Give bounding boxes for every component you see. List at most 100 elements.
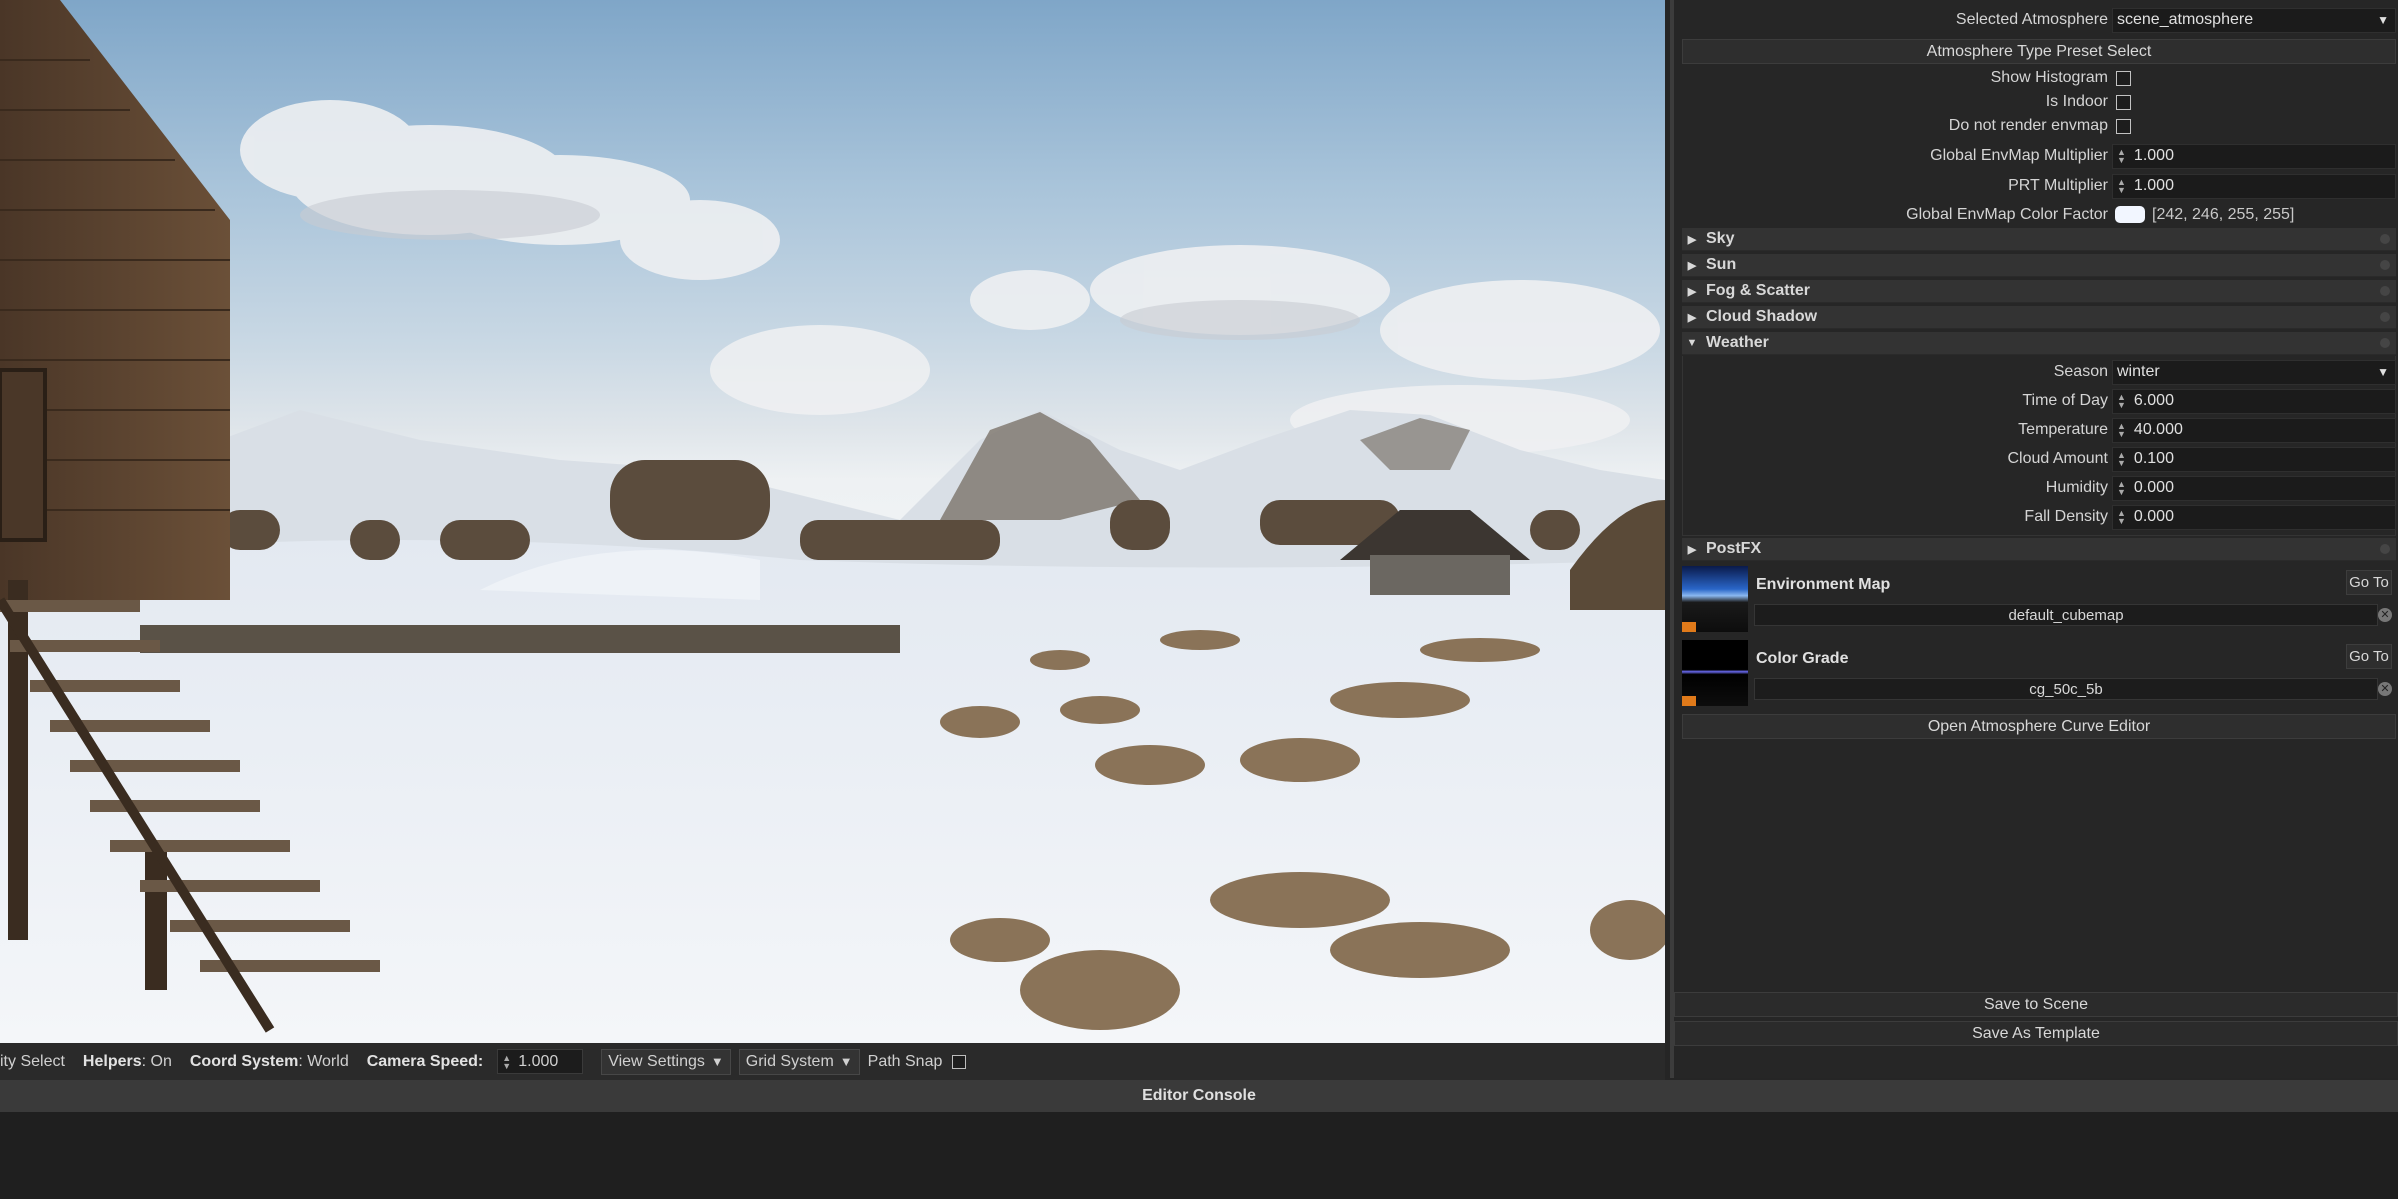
time-of-day-row: Time of Day ▲ ▼ 6.000 — [1674, 387, 2398, 415]
coord-system-value: : World — [298, 1052, 349, 1070]
is-indoor-row: Is Indoor — [1674, 90, 2398, 114]
console-title: Editor Console — [1142, 1087, 1256, 1104]
section-dot-icon — [2380, 544, 2390, 554]
temperature-label: Temperature — [2018, 421, 2108, 438]
temperature-value: 40.000 — [2133, 421, 2183, 438]
section-postfx-label: PostFX — [1706, 540, 1762, 557]
color-grade-title: Color Grade — [1756, 650, 1849, 667]
selected-atmosphere-select[interactable]: scene_atmosphere ▼ — [2112, 7, 2396, 33]
cloud-amount-input[interactable]: ▲ ▼ 0.100 — [2112, 446, 2396, 472]
environment-map-path-value: default_cubemap — [2008, 606, 2124, 624]
color-grade-path-value: cg_50c_5b — [2029, 680, 2103, 698]
no-envmap-label: Do not render envmap — [1948, 117, 2108, 134]
console-output[interactable] — [0, 1112, 2398, 1199]
no-envmap-checkbox[interactable] — [2116, 118, 2131, 134]
is-indoor-label: Is Indoor — [2045, 93, 2108, 110]
save-to-scene-label: Save to Scene — [1983, 995, 2089, 1013]
prt-multiplier-input[interactable]: ▲ ▼ 1.000 — [2112, 173, 2396, 199]
chevron-down-icon: ▼ — [2377, 365, 2389, 379]
triangle-down-icon: ▼ — [710, 1054, 724, 1069]
view-settings-dropdown[interactable]: View Settings ▼ — [601, 1048, 731, 1075]
spinner-arrows-icon[interactable]: ▲ ▼ — [2117, 451, 2126, 468]
spinner-arrows-icon[interactable]: ▲ ▼ — [2117, 178, 2126, 195]
spinner-arrows-icon[interactable]: ▲ ▼ — [2117, 509, 2126, 526]
color-grade-goto-button[interactable]: Go To — [2346, 644, 2392, 669]
chevron-down-icon: ▼ — [2377, 13, 2389, 27]
section-dot-icon — [2380, 338, 2390, 348]
spinner-arrows-icon[interactable]: ▲ ▼ — [502, 1053, 512, 1070]
global-envmap-multiplier-input[interactable]: ▲ ▼ 1.000 — [2112, 143, 2396, 169]
humidity-row: Humidity ▲ ▼ 0.000 — [1674, 474, 2398, 502]
spinner-arrows-icon[interactable]: ▲ ▼ — [2117, 393, 2126, 410]
spinner-arrows-icon[interactable]: ▲ ▼ — [2117, 480, 2126, 497]
triangle-down-icon: ▼ — [839, 1054, 853, 1069]
no-envmap-row: Do not render envmap — [1674, 114, 2398, 138]
humidity-input[interactable]: ▲ ▼ 0.000 — [2112, 475, 2396, 501]
section-postfx[interactable]: ▶ PostFX — [1682, 538, 2396, 561]
prt-multiplier-label: PRT Multiplier — [2008, 177, 2108, 194]
cloud-amount-value: 0.100 — [2133, 450, 2174, 467]
section-sun[interactable]: ▶ Sun — [1682, 254, 2396, 277]
curve-editor-label: Open Atmosphere Curve Editor — [1927, 717, 2151, 735]
section-cloud-shadow[interactable]: ▶ Cloud Shadow — [1682, 306, 2396, 329]
section-sky-label: Sky — [1706, 230, 1735, 247]
season-select[interactable]: winter ▼ — [2112, 359, 2396, 385]
environment-map-thumbnail — [1682, 566, 1748, 632]
preset-select-label: Atmosphere Type Preset Select — [1926, 42, 2152, 60]
selected-atmosphere-label: Selected Atmosphere — [1955, 11, 2108, 28]
cloud-amount-row: Cloud Amount ▲ ▼ 0.100 — [1674, 445, 2398, 473]
select-mode[interactable]: ity Select — [0, 1053, 65, 1071]
console-header[interactable]: Editor Console — [0, 1080, 2398, 1112]
is-indoor-checkbox[interactable] — [2116, 94, 2131, 110]
global-envmap-multiplier-row: Global EnvMap Multiplier ▲ ▼ 1.000 — [1674, 142, 2398, 170]
fall-density-input[interactable]: ▲ ▼ 0.000 — [2112, 504, 2396, 530]
curve-editor-button[interactable]: Open Atmosphere Curve Editor — [1682, 714, 2396, 739]
save-as-template-button[interactable]: Save As Template — [1674, 1021, 2398, 1046]
environment-map-title: Environment Map — [1756, 576, 1891, 593]
section-dot-icon — [2380, 234, 2390, 244]
coord-system-toggle[interactable]: Coord System: World — [190, 1053, 349, 1071]
preset-select-button[interactable]: Atmosphere Type Preset Select — [1682, 39, 2396, 64]
time-of-day-input[interactable]: ▲ ▼ 6.000 — [2112, 388, 2396, 414]
color-factor-swatch[interactable] — [2115, 206, 2145, 223]
spinner-arrows-icon[interactable]: ▲ ▼ — [2117, 422, 2126, 439]
temperature-row: Temperature ▲ ▼ 40.000 — [1674, 416, 2398, 444]
section-sky[interactable]: ▶ Sky — [1682, 228, 2396, 251]
section-cloud-shadow-label: Cloud Shadow — [1706, 308, 1818, 325]
cloud-amount-label: Cloud Amount — [2007, 450, 2108, 467]
clear-icon[interactable]: ✕ — [2378, 608, 2392, 622]
season-row: Season winter ▼ — [1674, 358, 2398, 386]
prt-multiplier-row: PRT Multiplier ▲ ▼ 1.000 — [1674, 172, 2398, 200]
helpers-toggle[interactable]: Helpers: On — [83, 1053, 172, 1071]
camera-speed-value: 1.000 — [518, 1052, 559, 1070]
temperature-input[interactable]: ▲ ▼ 40.000 — [2112, 417, 2396, 443]
show-histogram-checkbox[interactable] — [2116, 70, 2131, 86]
grid-system-dropdown[interactable]: Grid System ▼ — [738, 1048, 860, 1075]
environment-map-path[interactable]: default_cubemap — [1754, 604, 2378, 626]
scene-viewport[interactable] — [0, 0, 1665, 1043]
triangle-right-icon: ▶ — [1687, 543, 1697, 556]
atmosphere-panel: Selected Atmosphere scene_atmosphere ▼ A… — [1670, 0, 2398, 1078]
section-fog-scatter[interactable]: ▶ Fog & Scatter — [1682, 280, 2396, 303]
color-factor-value: [242, 246, 255, 255] — [2152, 206, 2295, 223]
environment-map-goto-button[interactable]: Go To — [2346, 570, 2392, 595]
clear-icon[interactable]: ✕ — [2378, 682, 2392, 696]
color-grade-path[interactable]: cg_50c_5b — [1754, 678, 2378, 700]
global-envmap-multiplier-label: Global EnvMap Multiplier — [1930, 147, 2108, 164]
time-of-day-value: 6.000 — [2133, 392, 2174, 409]
color-grade-slot: Color Grade Go To cg_50c_5b ✕ — [1682, 640, 2396, 710]
fall-density-value: 0.000 — [2133, 508, 2174, 525]
camera-speed-input[interactable]: ▲ ▼ 1.000 — [497, 1049, 584, 1074]
section-weather[interactable]: ▼ Weather — [1682, 332, 2396, 355]
show-histogram-row: Show Histogram — [1674, 66, 2398, 90]
helpers-label: Helpers — [82, 1052, 142, 1070]
section-weather-label: Weather — [1706, 334, 1769, 351]
save-to-scene-button[interactable]: Save to Scene — [1674, 992, 2398, 1017]
path-snap-checkbox[interactable] — [952, 1054, 967, 1069]
environment-map-slot: Environment Map Go To default_cubemap ✕ — [1682, 566, 2396, 636]
fall-density-label: Fall Density — [2024, 508, 2108, 525]
camera-speed: Camera Speed: ▲ ▼ 1.000 — [367, 1049, 584, 1074]
spinner-arrows-icon[interactable]: ▲ ▼ — [2117, 148, 2126, 165]
selected-atmosphere-value: scene_atmosphere — [2117, 11, 2254, 28]
triangle-right-icon: ▶ — [1687, 259, 1697, 272]
